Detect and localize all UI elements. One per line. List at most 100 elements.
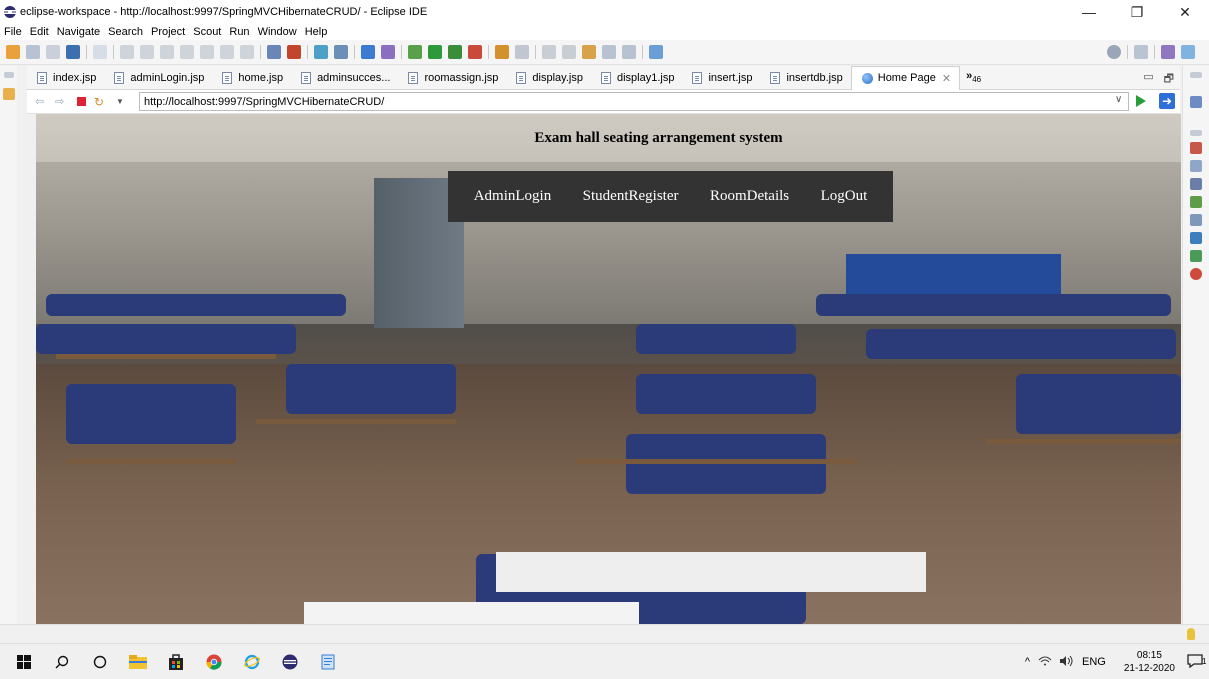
- skip-breakpoints-icon[interactable]: [93, 45, 107, 59]
- nav-logout[interactable]: LogOut: [821, 188, 868, 205]
- minimize-button[interactable]: —: [1065, 0, 1113, 24]
- open-perspective-icon[interactable]: [649, 45, 663, 59]
- run-last-icon[interactable]: [448, 45, 462, 59]
- step-over-icon[interactable]: [220, 45, 234, 59]
- open-type-icon[interactable]: [334, 45, 348, 59]
- previous-annotation-icon[interactable]: [562, 45, 576, 59]
- menu-help[interactable]: Help: [305, 26, 328, 38]
- console-icon[interactable]: [1190, 232, 1202, 244]
- package-explorer-icon[interactable]: [2, 88, 15, 100]
- task-icon[interactable]: [287, 45, 301, 59]
- restore-icon[interactable]: [3, 72, 14, 78]
- search-icon[interactable]: [52, 652, 72, 672]
- store-icon[interactable]: [166, 652, 186, 672]
- volume-icon[interactable]: [1060, 655, 1074, 669]
- cortana-icon[interactable]: [90, 652, 110, 672]
- menu-navigate[interactable]: Navigate: [57, 26, 100, 38]
- nav-room-details[interactable]: RoomDetails: [710, 188, 789, 205]
- tab-insert-jsp[interactable]: insert.jsp: [682, 66, 760, 90]
- properties-icon[interactable]: [1190, 160, 1202, 172]
- tab-overflow-button[interactable]: »46: [960, 70, 981, 84]
- restore-icon[interactable]: [1190, 130, 1202, 136]
- menu-scout[interactable]: Scout: [193, 26, 221, 38]
- refresh-dropdown-icon[interactable]: ▼: [116, 96, 128, 108]
- network-icon[interactable]: [1038, 656, 1052, 669]
- tab-index-jsp[interactable]: index.jsp: [27, 66, 104, 90]
- menu-project[interactable]: Project: [151, 26, 185, 38]
- save-all-icon[interactable]: [46, 45, 60, 59]
- step-return-icon[interactable]: [240, 45, 254, 59]
- java-ee-perspective-icon[interactable]: [1161, 45, 1175, 59]
- restore-icon[interactable]: [1190, 72, 1202, 78]
- forward-icon[interactable]: [622, 45, 636, 59]
- terminate-icon[interactable]: [160, 45, 174, 59]
- forward-arrow-icon[interactable]: ⇨: [55, 96, 67, 108]
- refresh-icon[interactable]: ↻: [94, 96, 108, 108]
- close-button[interactable]: ✕: [1161, 0, 1209, 24]
- tab-close-icon[interactable]: ✕: [942, 72, 951, 85]
- debug-icon[interactable]: [408, 45, 422, 59]
- tab-home-page[interactable]: Home Page ✕: [850, 65, 961, 90]
- pen-icon[interactable]: [515, 45, 529, 59]
- notifications-icon[interactable]: 1: [1187, 653, 1206, 671]
- maximize-button[interactable]: ❐: [1113, 0, 1161, 24]
- new-server-icon[interactable]: [314, 45, 328, 59]
- notepad-icon[interactable]: [318, 652, 338, 672]
- go-icon[interactable]: [1136, 95, 1146, 107]
- minimize-editor-icon[interactable]: ▭: [1143, 70, 1153, 89]
- new-icon[interactable]: [6, 45, 20, 59]
- menu-search[interactable]: Search: [108, 26, 143, 38]
- open-external-icon[interactable]: ➜: [1159, 93, 1175, 109]
- maximize-editor-icon[interactable]: 🗗: [1164, 70, 1174, 89]
- java-perspective-icon[interactable]: [1181, 45, 1195, 59]
- tab-display-jsp[interactable]: display.jsp: [506, 66, 591, 90]
- internet-explorer-icon[interactable]: [242, 652, 262, 672]
- external-tools-icon[interactable]: [468, 45, 482, 59]
- coverage-icon[interactable]: [267, 45, 281, 59]
- tab-display1-jsp[interactable]: display1.jsp: [591, 66, 682, 90]
- tab-adminlogin-jsp[interactable]: adminLogin.jsp: [104, 66, 212, 90]
- browser-icon[interactable]: [361, 45, 375, 59]
- lightbulb-icon[interactable]: [1187, 628, 1195, 640]
- search-icon[interactable]: [1107, 45, 1121, 59]
- tab-roomassign-jsp[interactable]: roomassign.jsp: [398, 66, 506, 90]
- eclipse-taskbar-icon[interactable]: [280, 652, 300, 672]
- next-annotation-icon[interactable]: [542, 45, 556, 59]
- clock[interactable]: 08:15 21-12-2020: [1116, 649, 1175, 675]
- resume-icon[interactable]: [120, 45, 134, 59]
- back-arrow-icon[interactable]: ⇦: [35, 96, 47, 108]
- perspective-icon[interactable]: [1134, 45, 1148, 59]
- chrome-icon[interactable]: [204, 652, 224, 672]
- step-into-icon[interactable]: [200, 45, 214, 59]
- url-input[interactable]: [139, 92, 1129, 111]
- stop-icon[interactable]: [77, 97, 86, 106]
- data-source-icon[interactable]: [1190, 196, 1202, 208]
- run-icon[interactable]: [428, 45, 442, 59]
- menu-edit[interactable]: Edit: [30, 26, 49, 38]
- back-icon[interactable]: [602, 45, 616, 59]
- save-icon[interactable]: [26, 45, 40, 59]
- markers-icon[interactable]: [1190, 142, 1202, 154]
- menu-window[interactable]: Window: [258, 26, 297, 38]
- show-hidden-icons-icon[interactable]: ^: [1025, 656, 1030, 668]
- servers-icon[interactable]: [1190, 178, 1202, 190]
- language-indicator[interactable]: ENG: [1082, 656, 1106, 668]
- open-resource-icon[interactable]: [495, 45, 509, 59]
- menu-run[interactable]: Run: [229, 26, 249, 38]
- outline-icon[interactable]: [1190, 96, 1202, 108]
- menu-file[interactable]: File: [4, 26, 22, 38]
- windows-start-icon[interactable]: [14, 652, 34, 672]
- progress-icon[interactable]: [1190, 250, 1202, 262]
- snippets-icon[interactable]: [1190, 214, 1202, 226]
- file-explorer-icon[interactable]: [128, 652, 148, 672]
- suspend-icon[interactable]: [140, 45, 154, 59]
- url-dropdown-icon[interactable]: ∨: [1115, 94, 1122, 105]
- tab-insertdb-jsp[interactable]: insertdb.jsp: [760, 66, 850, 90]
- last-edit-icon[interactable]: [582, 45, 596, 59]
- tab-adminsuccess-jsp[interactable]: adminsucces...: [291, 66, 398, 90]
- terminal-icon[interactable]: [66, 45, 80, 59]
- nav-admin-login[interactable]: AdminLogin: [474, 188, 552, 205]
- error-log-icon[interactable]: [1190, 268, 1202, 280]
- disconnect-icon[interactable]: [180, 45, 194, 59]
- nav-student-register[interactable]: StudentRegister: [583, 188, 679, 205]
